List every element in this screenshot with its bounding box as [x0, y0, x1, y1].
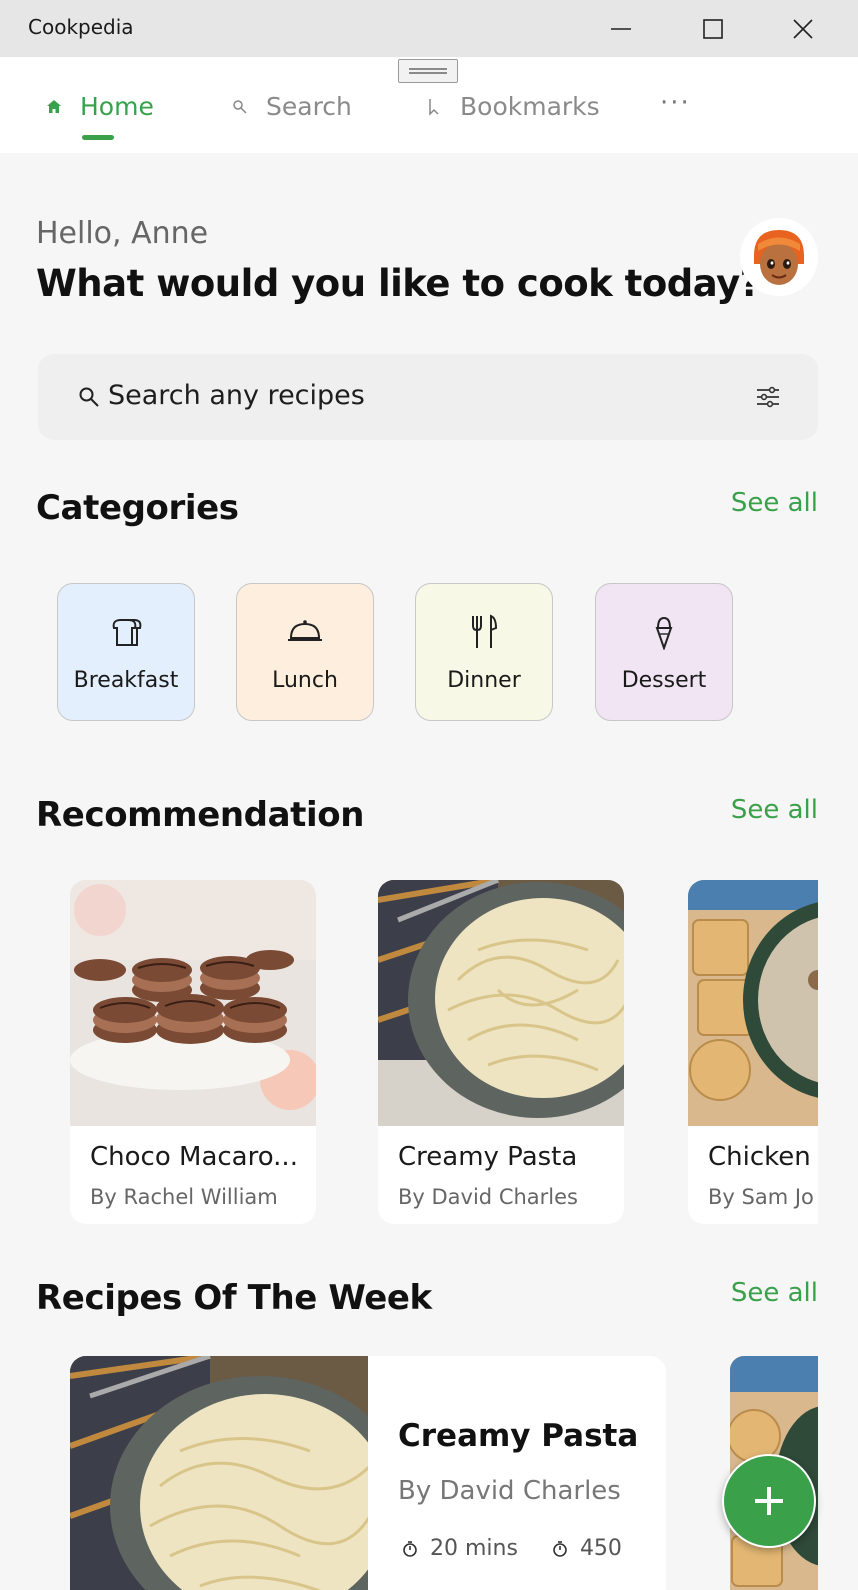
cloche-icon — [287, 614, 323, 650]
recommendation-carousel[interactable]: Choco Macaro... By Rachel William Creamy… — [0, 880, 818, 1230]
tab-home-label: Home — [80, 92, 154, 121]
page-headline: What would you like to cook today? — [36, 262, 761, 305]
search-icon — [230, 97, 250, 117]
search-icon — [78, 386, 100, 412]
minimize-button[interactable] — [576, 0, 666, 57]
week-see-all-link[interactable]: See all — [731, 1278, 818, 1308]
maximize-button[interactable] — [668, 0, 758, 57]
cutlery-icon — [469, 614, 499, 650]
category-label: Lunch — [272, 668, 338, 693]
recommendation-see-all-link[interactable]: See all — [731, 795, 818, 825]
bookmark-icon — [424, 97, 444, 117]
recipe-card[interactable]: Chicken S By Sam Jo — [688, 880, 818, 1224]
home-icon — [44, 97, 64, 117]
recipe-image-creamy-pasta — [70, 1356, 368, 1590]
recipe-title: Creamy Pasta — [398, 1142, 578, 1172]
tab-bookmarks-label: Bookmarks — [460, 92, 600, 121]
recipe-meta: 20 mins 450 — [402, 1536, 642, 1561]
more-menu-button[interactable]: ··· — [660, 88, 691, 118]
category-label: Breakfast — [73, 668, 179, 693]
close-icon — [793, 18, 813, 39]
greeting-text: Hello, Anne — [36, 216, 209, 251]
add-recipe-button[interactable] — [722, 1454, 816, 1548]
search-input[interactable]: Search any recipes — [108, 380, 365, 411]
maximize-icon — [703, 18, 723, 39]
categories-title: Categories — [36, 488, 239, 528]
plus-icon — [755, 1487, 783, 1515]
category-label: Dinner — [447, 668, 521, 693]
window-title: Cookpedia — [28, 15, 134, 39]
recipe-title: Chicken S — [708, 1142, 818, 1172]
bread-icon — [108, 614, 144, 650]
tab-search-label: Search — [266, 92, 352, 121]
ice-cream-icon — [654, 614, 674, 650]
category-lunch[interactable]: Lunch — [236, 583, 374, 721]
recipe-search-box[interactable]: Search any recipes — [38, 354, 818, 440]
timer-icon — [402, 1540, 418, 1558]
minimize-icon — [611, 27, 631, 30]
recipe-card[interactable]: Choco Macaro... By Rachel William — [70, 880, 316, 1224]
category-dinner[interactable]: Dinner — [415, 583, 553, 721]
category-dessert[interactable]: Dessert — [595, 583, 733, 721]
recipe-calories: 450 — [579, 1536, 622, 1561]
recipe-image-chicken — [688, 880, 818, 1126]
avatar[interactable] — [740, 218, 818, 296]
active-tab-indicator — [82, 135, 114, 140]
category-breakfast[interactable]: Breakfast — [57, 583, 195, 721]
drag-handle[interactable] — [398, 59, 458, 83]
category-label: Dessert — [621, 668, 707, 693]
recipe-author: By Rachel William — [90, 1185, 278, 1209]
recipe-author: By David Charles — [398, 1476, 621, 1506]
title-bar: Cookpedia — [0, 0, 858, 57]
recipe-author: By David Charles — [398, 1185, 578, 1209]
filter-icon[interactable] — [756, 386, 780, 412]
tab-home[interactable]: Home — [44, 92, 154, 121]
week-title: Recipes Of The Week — [36, 1278, 432, 1318]
week-recipe-card[interactable]: Creamy Pasta By David Charles 20 mins 45… — [70, 1356, 666, 1590]
categories-see-all-link[interactable]: See all — [731, 488, 818, 518]
recipe-author: By Sam Jo — [708, 1185, 814, 1209]
recipe-card[interactable]: Creamy Pasta By David Charles — [378, 880, 624, 1224]
recipe-title: Creamy Pasta — [398, 1418, 639, 1454]
tab-bookmarks[interactable]: Bookmarks — [424, 92, 600, 121]
recommendation-title: Recommendation — [36, 795, 365, 835]
recipe-title: Choco Macaro... — [90, 1142, 298, 1172]
tab-search[interactable]: Search — [230, 92, 352, 121]
close-button[interactable] — [758, 0, 848, 57]
recipe-image-creamy-pasta — [378, 880, 624, 1126]
recipe-time: 20 mins — [430, 1536, 518, 1561]
calories-icon — [552, 1540, 568, 1558]
recipe-image-macarons — [70, 880, 316, 1126]
